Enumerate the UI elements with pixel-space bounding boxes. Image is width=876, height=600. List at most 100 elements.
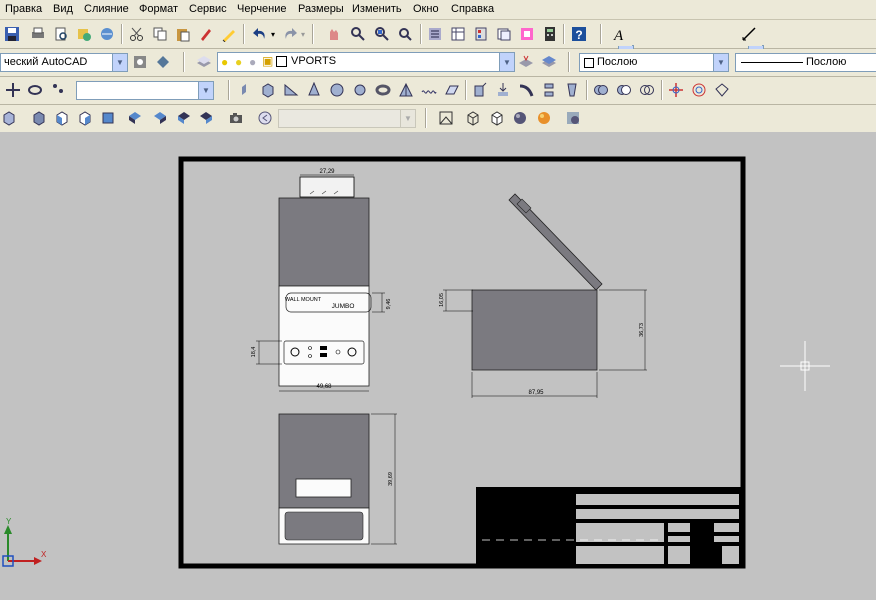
2d-wireframe-icon[interactable] [437, 109, 455, 127]
drawing-canvas[interactable]: 27,29 WALL MOUNT JUMBO 9,46 18,4 49,68 1… [0, 132, 876, 600]
named-views-icon[interactable] [256, 109, 274, 127]
dim-side-height: 36,73 [639, 323, 645, 337]
3d-wireframe-icon[interactable] [464, 109, 482, 127]
design-center-icon[interactable] [449, 25, 467, 43]
right-view-icon[interactable] [76, 109, 94, 127]
help-icon[interactable]: ? [570, 25, 588, 43]
ucs-icon: Y X [2, 517, 47, 567]
walk-icon[interactable] [49, 81, 67, 99]
dim-front-height2: 9,46 [386, 299, 392, 310]
workspace-save-icon[interactable] [154, 53, 172, 71]
layer-select[interactable]: ● ● ● ▣ VPORTS ▼ [217, 52, 515, 72]
dim-side-width: 87,95 [528, 390, 544, 396]
redo-dropdown-icon[interactable]: ▾ [298, 25, 308, 43]
presspull-icon[interactable] [494, 81, 512, 99]
print-preview-icon[interactable] [52, 25, 70, 43]
menu-merge[interactable]: Слияние [84, 3, 129, 15]
undo-dropdown-icon[interactable]: ▾ [268, 25, 278, 43]
se-iso-view-icon[interactable] [151, 109, 169, 127]
crosshair-cursor [780, 341, 830, 391]
zoom-previous-icon[interactable] [396, 25, 414, 43]
intersect-icon[interactable] [638, 81, 656, 99]
match-properties-icon[interactable] [197, 25, 215, 43]
helix-icon[interactable] [420, 81, 438, 99]
constrained-orbit-icon[interactable] [26, 81, 44, 99]
3d-hidden-icon[interactable] [488, 109, 506, 127]
chevron-down-icon: ▼ [198, 82, 213, 99]
sphere-icon[interactable] [328, 81, 346, 99]
layer-properties-icon[interactable] [195, 53, 213, 71]
sweep-icon[interactable] [517, 81, 535, 99]
pyramid-icon[interactable] [397, 81, 415, 99]
menu-tools[interactable]: Сервис [189, 3, 227, 15]
extrude-icon[interactable] [471, 81, 489, 99]
conceptual-icon[interactable] [535, 109, 553, 127]
make-current-layer-icon[interactable] [517, 53, 535, 71]
front-view-icon[interactable] [99, 109, 117, 127]
realistic-icon[interactable] [511, 109, 529, 127]
3d-rotate-icon[interactable] [690, 81, 708, 99]
box-icon[interactable] [259, 81, 277, 99]
menu-draw[interactable]: Черчение [237, 3, 287, 15]
loft-icon[interactable] [563, 81, 581, 99]
menu-modify[interactable]: Изменить [352, 3, 402, 15]
zoom-window-icon[interactable] [373, 25, 391, 43]
named-view-select[interactable]: ▼ [278, 109, 416, 128]
sw-iso-view-icon[interactable] [126, 109, 144, 127]
save-icon[interactable] [3, 25, 21, 43]
wedge-icon[interactable] [282, 81, 300, 99]
3d-move-icon[interactable] [667, 81, 685, 99]
view-select[interactable]: ▼ [76, 81, 214, 100]
nw-iso-view-icon[interactable] [197, 109, 215, 127]
undo-icon[interactable] [251, 25, 269, 43]
camera-icon[interactable] [227, 109, 245, 127]
dim-bottom-height: 39,69 [388, 472, 394, 486]
workspace-settings-icon[interactable] [131, 53, 149, 71]
zoom-realtime-icon[interactable] [349, 25, 367, 43]
properties-icon[interactable] [426, 25, 444, 43]
left-view-icon[interactable] [53, 109, 71, 127]
menu-dimension[interactable]: Размеры [298, 3, 344, 15]
bottom-view: 39,69 [278, 413, 397, 545]
markup-icon[interactable] [518, 25, 536, 43]
menu-edit[interactable]: Правка [5, 3, 42, 15]
svg-text:A: A [613, 28, 624, 42]
bottom-view-icon[interactable] [30, 109, 48, 127]
workspace-select[interactable]: ческий AutoCAD ▼ [0, 53, 128, 72]
dimension-style-icon[interactable] [740, 25, 758, 43]
torus-icon[interactable] [374, 81, 392, 99]
ne-iso-view-icon[interactable] [175, 109, 193, 127]
sheet-set-icon[interactable] [495, 25, 513, 43]
copy-icon[interactable] [151, 25, 169, 43]
text-style-icon[interactable]: A [610, 25, 628, 43]
revolve-icon[interactable] [540, 81, 558, 99]
3d-dwf-icon[interactable] [98, 25, 116, 43]
3d-align-icon[interactable] [713, 81, 731, 99]
print-icon[interactable] [29, 25, 47, 43]
planar-surface-icon[interactable] [443, 81, 461, 99]
cut-icon[interactable] [128, 25, 146, 43]
cylinder-icon[interactable] [351, 81, 369, 99]
block-editor-icon[interactable] [220, 25, 238, 43]
redo-icon[interactable] [281, 25, 299, 43]
calculator-icon[interactable] [541, 25, 559, 43]
subtract-icon[interactable] [615, 81, 633, 99]
layer-previous-icon[interactable] [540, 53, 558, 71]
polysolid-icon[interactable] [238, 81, 256, 99]
cone-icon[interactable] [305, 81, 323, 99]
publish-icon[interactable] [75, 25, 93, 43]
visual-styles-toolbar: ▼ [0, 105, 876, 133]
linetype-control-select[interactable]: Послою [735, 53, 876, 72]
visual-style-manager-icon[interactable] [564, 109, 582, 127]
menu-window[interactable]: Окно [413, 3, 439, 15]
tool-palettes-icon[interactable] [472, 25, 490, 43]
pan-realtime-icon[interactable] [325, 25, 343, 43]
3d-orbit-icon[interactable] [4, 81, 22, 99]
union-icon[interactable] [592, 81, 610, 99]
color-control-select[interactable]: Послою ▼ [579, 53, 729, 72]
menu-help[interactable]: Справка [451, 3, 494, 15]
paste-icon[interactable] [174, 25, 192, 43]
menu-format[interactable]: Формат [139, 3, 178, 15]
menu-view[interactable]: Вид [53, 3, 73, 15]
top-view-icon[interactable] [0, 109, 18, 127]
